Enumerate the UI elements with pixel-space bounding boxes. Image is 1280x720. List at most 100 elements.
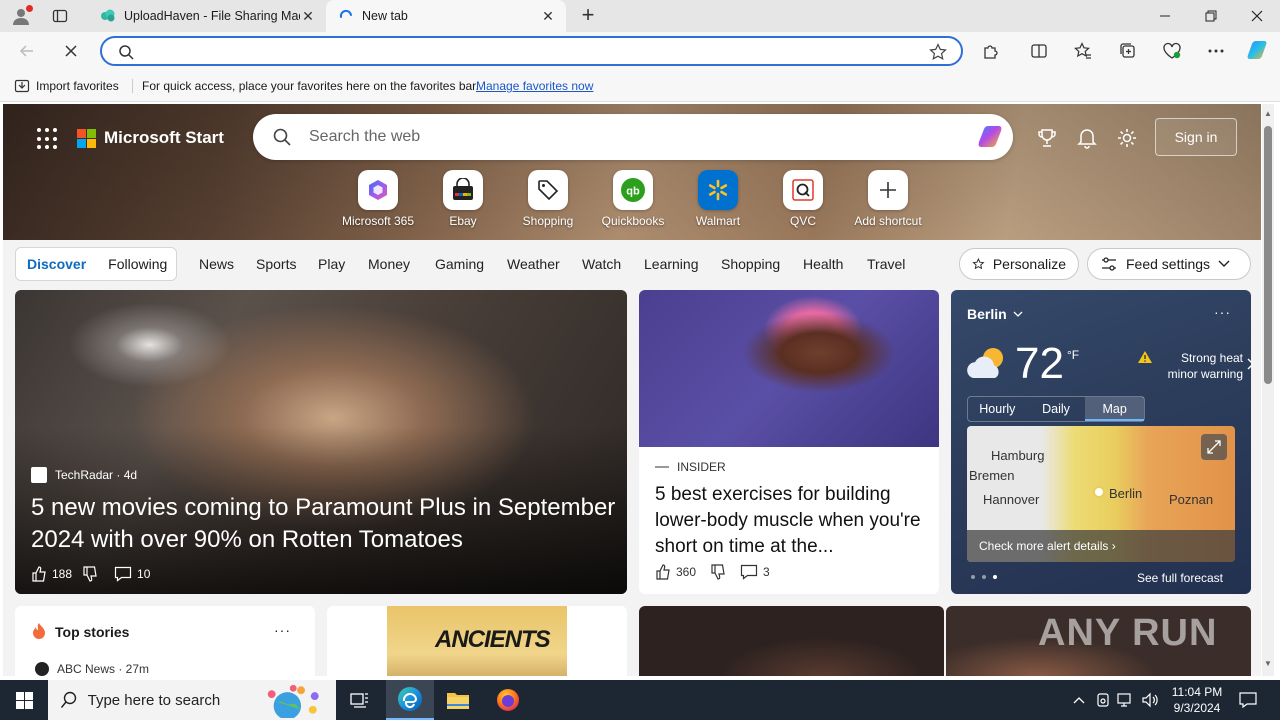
device-tray-icon[interactable] <box>1093 690 1113 710</box>
task-view-button[interactable] <box>336 680 384 720</box>
like-button[interactable]: 188 <box>31 566 72 582</box>
import-favorites-button[interactable]: Import favorites <box>14 78 119 94</box>
dislike-button[interactable] <box>82 566 98 582</box>
edge-taskbar-button[interactable] <box>386 680 434 720</box>
weather-alert[interactable]: Strong heat minor warning <box>1137 350 1251 382</box>
collections-button[interactable] <box>1115 38 1141 64</box>
page-settings-button[interactable] <box>1115 126 1139 150</box>
taskbar-search-input[interactable] <box>87 691 248 709</box>
top-stories-more-button[interactable]: ··· <box>274 622 291 638</box>
web-search-box[interactable] <box>253 114 1013 160</box>
like-button[interactable]: 360 <box>655 564 696 580</box>
scrollbar-thumb[interactable] <box>1264 126 1272 384</box>
taskbar-search[interactable] <box>48 680 336 720</box>
back-button[interactable] <box>14 38 40 64</box>
firefox-button[interactable] <box>484 680 532 720</box>
page-scrollbar[interactable]: ▲ ▼ <box>1262 104 1274 676</box>
hero-article-title[interactable]: 5 new movies coming to Paramount Plus in… <box>31 492 616 556</box>
manage-favorites-link[interactable]: Manage favorites now <box>476 79 593 93</box>
nav-gaming[interactable]: Gaming <box>435 256 484 272</box>
tab-daily[interactable]: Daily <box>1027 397 1086 421</box>
nav-news[interactable]: News <box>199 256 234 272</box>
sign-in-button[interactable]: Sign in <box>1155 118 1237 156</box>
nav-shopping[interactable]: Shopping <box>721 256 780 272</box>
browser-essentials-button[interactable] <box>1159 38 1185 64</box>
feed-settings-button[interactable]: Feed settings <box>1087 248 1251 280</box>
comments-button[interactable]: 10 <box>114 566 150 582</box>
address-input[interactable] <box>142 42 912 60</box>
nav-play[interactable]: Play <box>318 256 345 272</box>
web-search-input[interactable] <box>309 127 929 147</box>
profile-button[interactable] <box>8 4 34 28</box>
shortcut-qvc[interactable]: QVC <box>760 170 846 228</box>
restore-button[interactable] <box>1188 0 1234 32</box>
close-tab-icon[interactable]: ✕ <box>300 8 316 24</box>
promo-card[interactable]: ANCIENTS <box>327 606 627 676</box>
nav-sports[interactable]: Sports <box>256 256 296 272</box>
show-hidden-icons-button[interactable] <box>1069 690 1089 710</box>
stop-loading-button[interactable] <box>58 38 84 64</box>
windows-logo-icon <box>15 691 33 709</box>
tab-actions-button[interactable] <box>48 6 72 26</box>
tab-map[interactable]: Map <box>1085 397 1145 421</box>
add-shortcut-button[interactable]: Add shortcut <box>845 170 931 228</box>
tab-hourly[interactable]: Hourly <box>968 397 1027 421</box>
shortcut-ebay[interactable]: Ebay <box>420 170 506 228</box>
favorites-button[interactable] <box>1070 38 1096 64</box>
photo-card[interactable] <box>639 606 944 676</box>
full-forecast-link[interactable]: See full forecast <box>1137 571 1223 585</box>
favorite-star-icon[interactable] <box>929 43 947 61</box>
nav-learning[interactable]: Learning <box>644 256 699 272</box>
address-bar[interactable] <box>100 36 963 66</box>
weather-location[interactable]: Berlin <box>967 306 1023 322</box>
nav-watch[interactable]: Watch <box>582 256 621 272</box>
scroll-down-arrow[interactable]: ▼ <box>1264 660 1272 668</box>
abc-news-logo-icon <box>35 662 49 676</box>
start-button[interactable] <box>0 680 48 720</box>
extensions-button[interactable] <box>978 38 1004 64</box>
hero-article-card[interactable]: TechRadar · 4d 5 new movies coming to Pa… <box>15 290 627 594</box>
notifications-center-button[interactable] <box>1238 690 1258 710</box>
article-card[interactable]: INSIDER 5 best exercises for building lo… <box>639 290 939 594</box>
tab-discover[interactable]: Discover <box>16 256 97 272</box>
alert-details-link[interactable]: Check more alert details › <box>967 530 1235 562</box>
split-screen-button[interactable] <box>1026 38 1052 64</box>
carousel-dots[interactable] <box>971 575 997 579</box>
nav-money[interactable]: Money <box>368 256 410 272</box>
personalize-button[interactable]: Personalize <box>959 248 1079 280</box>
tab-uploadhaven[interactable]: UploadHaven - File Sharing Made Simple ✕ <box>88 0 326 32</box>
tab-following[interactable]: Following <box>97 256 178 272</box>
scroll-up-arrow[interactable]: ▲ <box>1264 110 1272 118</box>
weather-alert-map[interactable]: Hamburg Bremen Hannover Berlin Poznan Ch… <box>967 426 1235 562</box>
shortcut-microsoft-365[interactable]: Microsoft 365 <box>335 170 421 228</box>
tab-new-tab[interactable]: New tab ✕ <box>326 0 566 32</box>
dislike-button[interactable] <box>710 564 726 580</box>
article-title[interactable]: 5 best exercises for building lower-body… <box>655 482 927 560</box>
minimize-button[interactable] <box>1142 0 1188 32</box>
settings-menu-button[interactable] <box>1203 38 1229 64</box>
nav-weather[interactable]: Weather <box>507 256 560 272</box>
copilot-button[interactable] <box>1244 38 1270 64</box>
system-clock[interactable]: 11:04 PM 9/3/2024 <box>1162 684 1232 716</box>
app-launcher-button[interactable] <box>37 128 59 150</box>
new-tab-button[interactable]: + <box>577 4 599 27</box>
notifications-button[interactable] <box>1075 126 1099 150</box>
nav-health[interactable]: Health <box>803 256 843 272</box>
shortcut-walmart[interactable]: Walmart <box>675 170 761 228</box>
weather-more-button[interactable]: ··· <box>1214 304 1231 320</box>
copilot-search-icon[interactable] <box>975 122 1005 152</box>
comments-button[interactable]: 3 <box>740 564 770 580</box>
shortcut-quickbooks[interactable]: qb Quickbooks <box>590 170 676 228</box>
file-explorer-button[interactable] <box>434 680 482 720</box>
expand-map-button[interactable] <box>1201 434 1227 460</box>
nav-travel[interactable]: Travel <box>867 256 905 272</box>
microsoft-start-logo[interactable]: Microsoft Start <box>77 128 224 148</box>
rewards-button[interactable] <box>1035 126 1059 150</box>
shortcut-shopping[interactable]: Shopping <box>505 170 591 228</box>
temperature-unit[interactable]: °F <box>1067 348 1079 362</box>
network-tray-icon[interactable] <box>1116 690 1136 710</box>
close-window-button[interactable] <box>1234 0 1280 32</box>
notification-dot <box>26 5 33 12</box>
close-tab-icon[interactable]: ✕ <box>540 8 556 24</box>
volume-tray-icon[interactable] <box>1140 690 1160 710</box>
